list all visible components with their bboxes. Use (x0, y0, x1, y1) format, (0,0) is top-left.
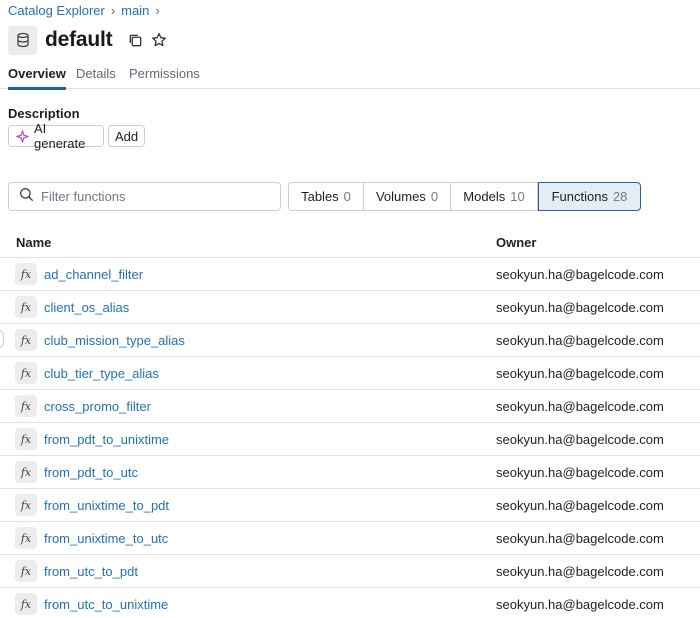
filter-functions-search (8, 182, 281, 211)
segment-tables-label: Tables (301, 189, 339, 204)
function-icon: fx (15, 329, 37, 351)
table-row: fx from_utc_to_unixtime seokyun.ha@bagel… (0, 588, 700, 618)
function-name-link[interactable]: from_pdt_to_unixtime (44, 432, 169, 447)
tab-details[interactable]: Details (76, 66, 116, 87)
function-name-link[interactable]: club_mission_type_alias (44, 333, 185, 348)
tab-bar: Overview Details Permissions (0, 62, 700, 90)
owner-cell: seokyun.ha@bagelcode.com (496, 498, 664, 513)
function-icon: fx (15, 593, 37, 615)
table-row: fx ad_channel_filter seokyun.ha@bagelcod… (0, 258, 700, 291)
function-name-link[interactable]: from_unixtime_to_pdt (44, 498, 169, 513)
breadcrumb-separator: › (155, 3, 160, 18)
ai-generate-label: AI generate (34, 121, 86, 151)
catalog-explorer-page: Catalog Explorer › main › default Overvi… (0, 0, 700, 618)
owner-cell: seokyun.ha@bagelcode.com (496, 300, 664, 315)
segment-models-label: Models (463, 189, 506, 204)
breadcrumb-separator: › (110, 3, 116, 18)
sparkle-icon (16, 129, 29, 143)
function-icon: fx (15, 494, 37, 516)
breadcrumb-main[interactable]: main (121, 3, 149, 18)
function-name-link[interactable]: ad_channel_filter (44, 267, 143, 282)
owner-cell: seokyun.ha@bagelcode.com (496, 333, 664, 348)
table-row: fx club_mission_type_alias seokyun.ha@ba… (0, 324, 700, 357)
owner-cell: seokyun.ha@bagelcode.com (496, 432, 664, 447)
function-icon: fx (15, 395, 37, 417)
table-row: fx club_tier_type_alias seokyun.ha@bagel… (0, 357, 700, 390)
search-icon (19, 187, 34, 207)
segment-functions[interactable]: Functions 28 (538, 182, 641, 211)
segment-models[interactable]: Models 10 (451, 182, 538, 211)
table-row: fx cross_promo_filter seokyun.ha@bagelco… (0, 390, 700, 423)
function-name-link[interactable]: from_pdt_to_utc (44, 465, 138, 480)
table-header: Name Owner (0, 226, 700, 258)
segment-volumes-label: Volumes (375, 189, 426, 204)
table-row: fx from_pdt_to_utc seokyun.ha@bagelcode.… (0, 456, 700, 489)
column-header-owner[interactable]: Owner (496, 235, 536, 250)
function-icon: fx (15, 263, 37, 285)
owner-cell: seokyun.ha@bagelcode.com (496, 597, 664, 612)
tab-overview[interactable]: Overview (8, 66, 66, 90)
ai-generate-button[interactable]: AI generate (8, 121, 104, 151)
function-name-link[interactable]: from_utc_to_pdt (44, 564, 138, 579)
owner-cell: seokyun.ha@bagelcode.com (496, 399, 664, 414)
table-row: fx from_pdt_to_unixtime seokyun.ha@bagel… (0, 423, 700, 456)
function-icon: fx (15, 560, 37, 582)
side-panel-handle[interactable] (0, 330, 4, 348)
table-row: fx from_utc_to_pdt seokyun.ha@bagelcode.… (0, 555, 700, 588)
copy-icon[interactable] (126, 31, 144, 49)
tab-permissions[interactable]: Permissions (129, 66, 200, 87)
breadcrumb-catalog-explorer[interactable]: Catalog Explorer (8, 3, 105, 18)
description-label: Description (8, 106, 80, 121)
function-name-link[interactable]: cross_promo_filter (44, 399, 151, 414)
owner-cell: seokyun.ha@bagelcode.com (496, 531, 664, 546)
database-icon (8, 25, 37, 55)
function-icon: fx (15, 296, 37, 318)
function-name-link[interactable]: client_os_alias (44, 300, 129, 315)
segment-models-count: 10 (510, 189, 525, 204)
table-row: fx from_unixtime_to_utc seokyun.ha@bagel… (0, 522, 700, 555)
function-name-link[interactable]: from_unixtime_to_utc (44, 531, 168, 546)
asset-type-segmented-control: Tables 0 Volumes 0 Models 10 Functions 2… (288, 182, 641, 211)
owner-cell: seokyun.ha@bagelcode.com (496, 366, 664, 381)
function-icon: fx (15, 428, 37, 450)
functions-table: Name Owner fx ad_channel_filter seokyun.… (0, 226, 700, 618)
function-name-link[interactable]: from_utc_to_unixtime (44, 597, 168, 612)
owner-cell: seokyun.ha@bagelcode.com (496, 267, 664, 282)
filter-functions-input[interactable] (41, 189, 261, 204)
function-name-link[interactable]: club_tier_type_alias (44, 366, 159, 381)
function-icon: fx (15, 362, 37, 384)
table-row: fx from_unixtime_to_pdt seokyun.ha@bagel… (0, 489, 700, 522)
add-label: Add (114, 128, 139, 144)
segment-tables[interactable]: Tables 0 (288, 182, 364, 211)
segment-functions-count: 28 (612, 189, 628, 204)
star-icon[interactable] (150, 31, 168, 49)
owner-cell: seokyun.ha@bagelcode.com (496, 564, 664, 579)
function-icon: fx (15, 527, 37, 549)
segment-volumes[interactable]: Volumes 0 (364, 182, 451, 211)
column-header-name[interactable]: Name (16, 235, 51, 250)
function-icon: fx (15, 461, 37, 483)
add-description-button[interactable]: Add (108, 125, 145, 147)
owner-cell: seokyun.ha@bagelcode.com (496, 465, 664, 480)
table-row: fx client_os_alias seokyun.ha@bagelcode.… (0, 291, 700, 324)
page-title: default (45, 28, 113, 51)
segment-functions-label: Functions (551, 189, 608, 204)
breadcrumb: Catalog Explorer › main › (8, 3, 160, 18)
title-row: default (8, 25, 168, 55)
segment-tables-count: 0 (343, 189, 351, 204)
segment-volumes-count: 0 (430, 189, 439, 204)
